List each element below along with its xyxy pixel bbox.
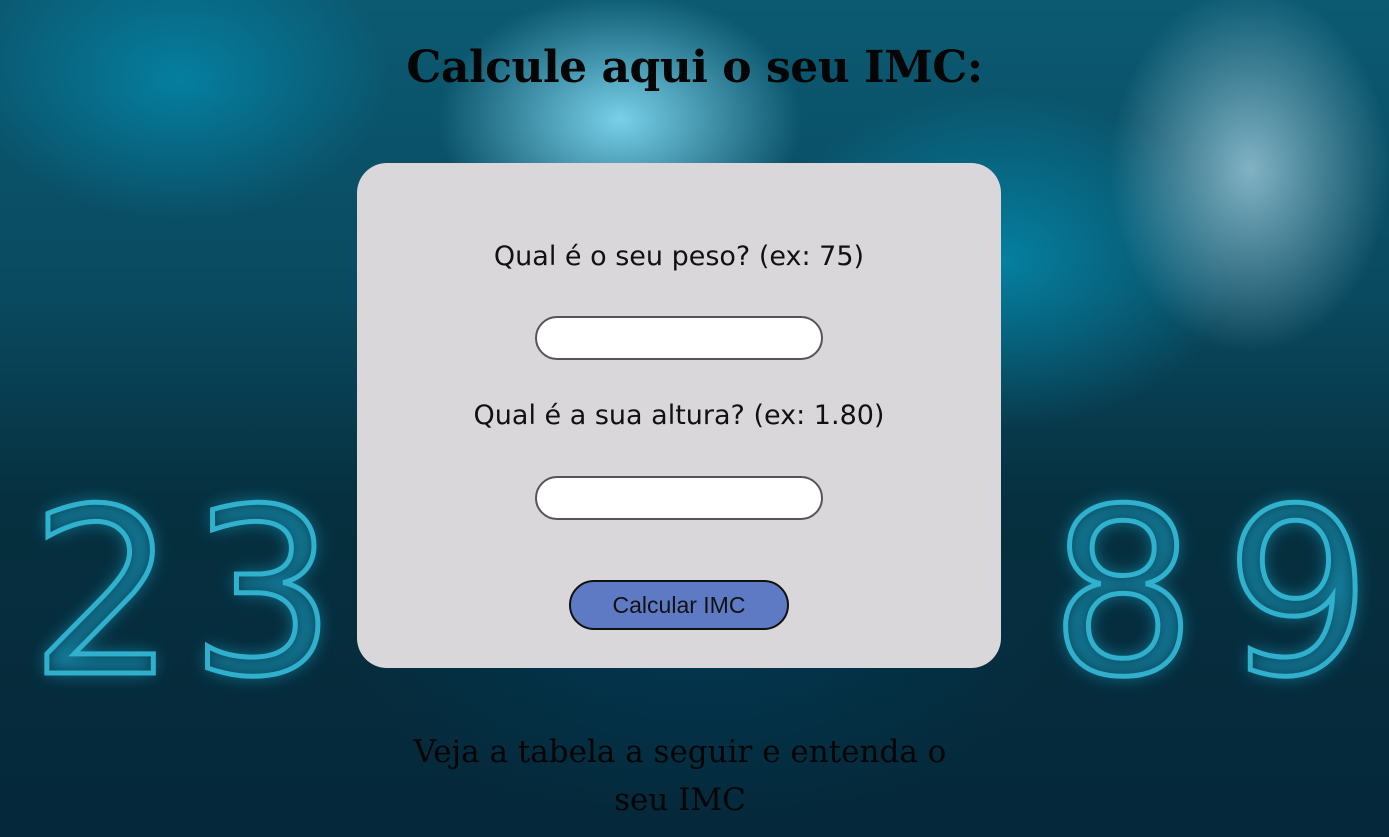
imc-form-card: Qual é o seu peso? (ex: 75) Qual é a sua… (357, 163, 1001, 668)
calculate-imc-button[interactable]: Calcular IMC (569, 580, 789, 630)
weight-label: Qual é o seu peso? (ex: 75) (493, 241, 865, 272)
table-intro-text: Veja a tabela a seguir e entenda o seu I… (413, 734, 947, 818)
background-digit: 3 (187, 461, 338, 728)
height-input[interactable] (535, 476, 823, 520)
weight-input[interactable] (535, 316, 823, 360)
page-title: Calcule aqui o seu IMC: (406, 42, 983, 93)
background-digit: 2 (27, 461, 178, 728)
background-digit: 9 (1222, 461, 1373, 728)
background-digit: 8 (1047, 461, 1198, 728)
height-label: Qual é a sua altura? (ex: 1.80) (473, 400, 885, 431)
